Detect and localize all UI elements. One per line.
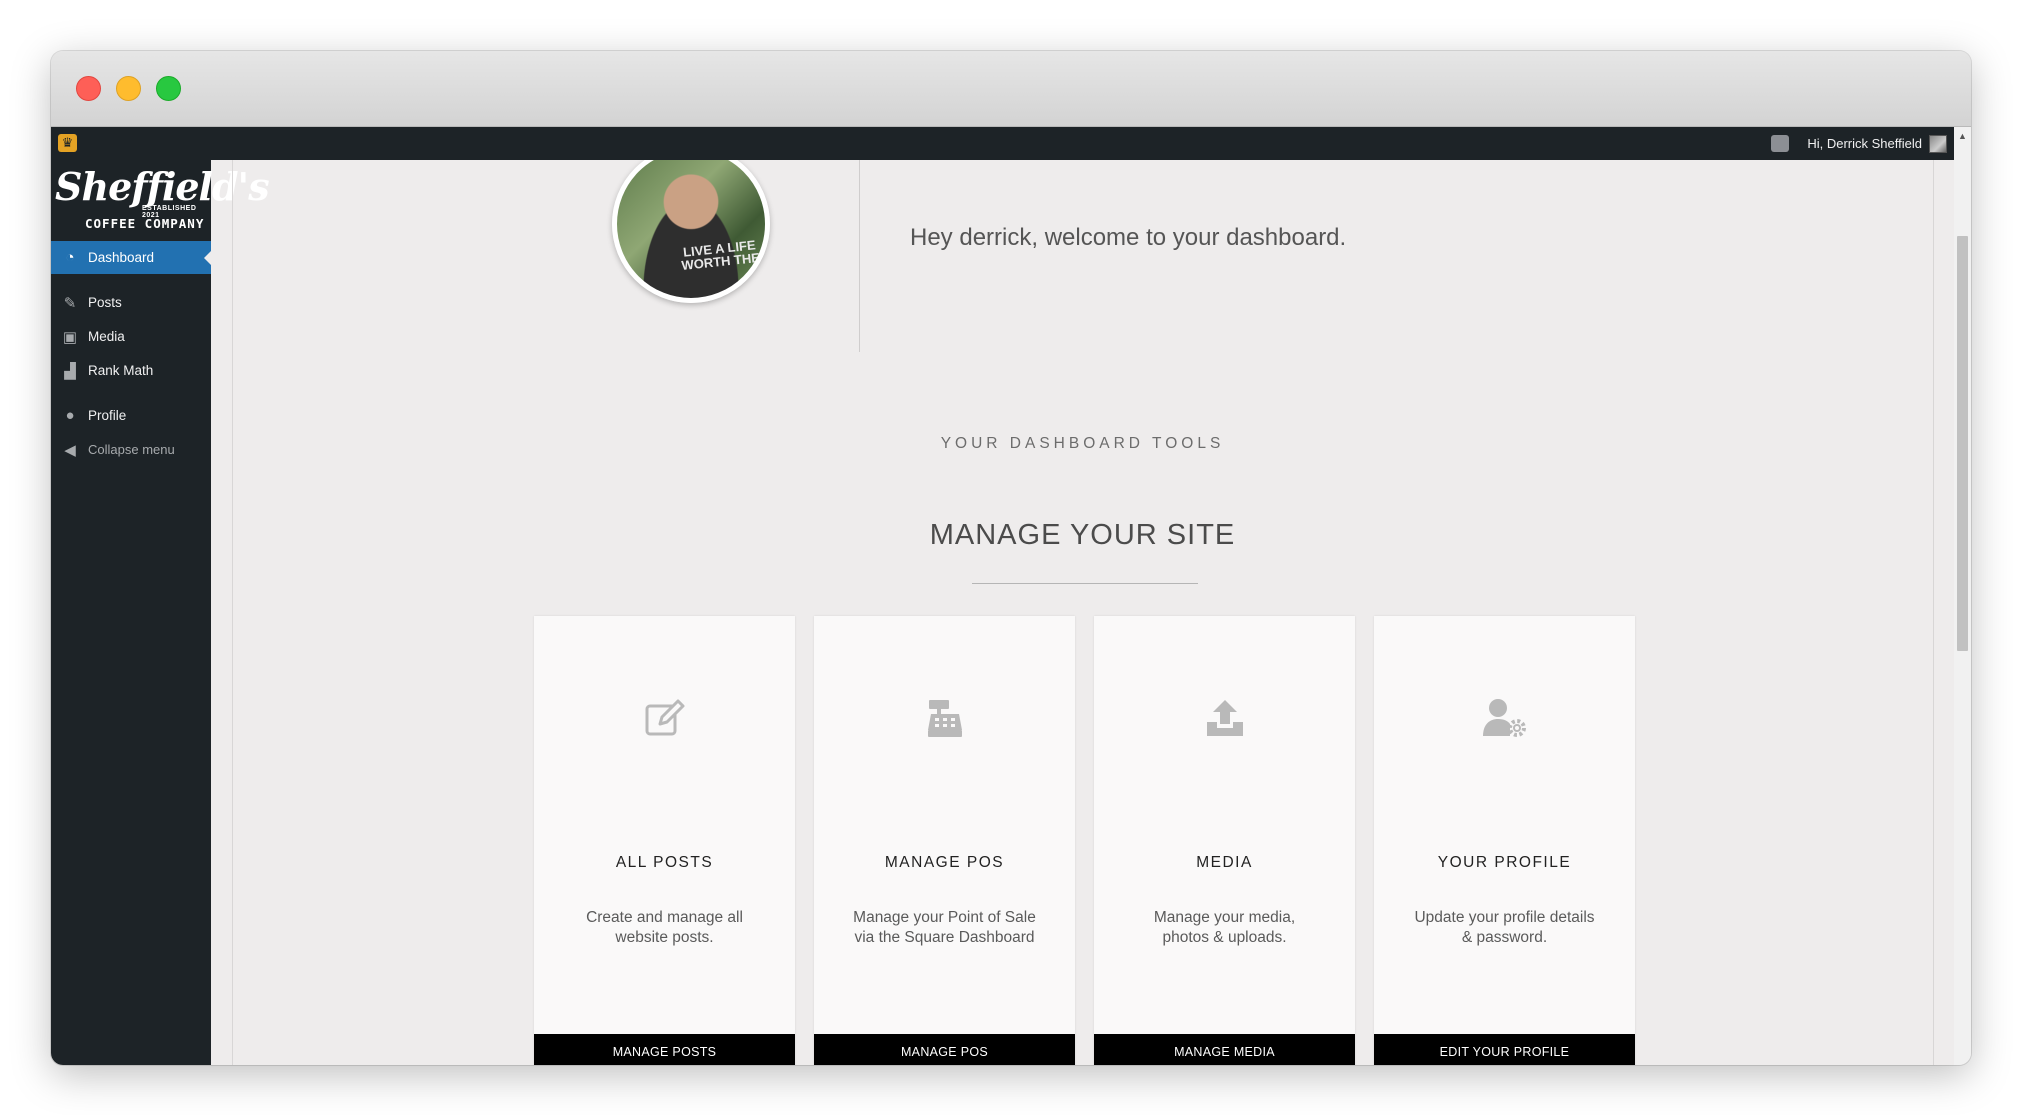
divider [859, 160, 860, 352]
scrollbar[interactable]: ▲ [1954, 127, 1971, 1065]
minimize-window-button[interactable] [116, 76, 141, 101]
scrollbar-thumb[interactable] [1957, 236, 1968, 651]
user-icon: ● [65, 407, 75, 424]
section-title: MANAGE YOUR SITE [929, 519, 1236, 551]
content-border [232, 160, 233, 1065]
sidebar-item-label: Posts [88, 295, 122, 310]
card-description: Manage your Point of Sale via the Square… [853, 909, 1036, 946]
logo-company-text: COFFEE COMPANY [85, 216, 205, 231]
media-icon: ▣ [62, 328, 78, 346]
collapse-menu-button[interactable]: ◀ Collapse menu [51, 433, 211, 466]
sidebar-item-posts[interactable]: ✎ Posts [51, 286, 211, 319]
maximize-window-button[interactable] [156, 76, 181, 101]
card-your-profile: YOUR PROFILE Update your profile details… [1374, 616, 1635, 1065]
dashboard-icon: ◔ [65, 249, 75, 266]
sidebar-item-dashboard[interactable]: ◔ Dashboard [51, 241, 211, 274]
card-description: Create and manage all website posts. [586, 909, 743, 946]
sidebar-item-rank-math[interactable]: ▟ Rank Math [51, 354, 211, 387]
admin-bar: ♛ Hi, Derrick Sheffield [51, 127, 1954, 160]
collapse-icon: ◀ [64, 441, 76, 459]
upload-icon [1094, 698, 1355, 748]
sidebar-item-label: Collapse menu [88, 442, 175, 457]
profile-photo: LIVE A LIFE WORTH THE [612, 160, 770, 303]
edit-profile-button[interactable]: EDIT YOUR PROFILE [1374, 1034, 1635, 1065]
edit-icon [534, 698, 795, 748]
card-all-posts: ALL POSTS Create and manage all website … [534, 616, 795, 1065]
avatar[interactable] [1929, 135, 1947, 153]
tools-label: YOUR DASHBOARD TOOLS [940, 435, 1225, 452]
user-cog-icon [1374, 698, 1635, 748]
card-title: ALL POSTS [615, 854, 714, 871]
sidebar-item-media[interactable]: ▣ Media [51, 320, 211, 353]
manage-media-button[interactable]: MANAGE MEDIA [1094, 1034, 1355, 1065]
admin-sidebar: Sheffield's ESTABLISHED 2021 COFFEE COMP… [51, 160, 270, 1065]
welcome-message: Hey derrick, welcome to your dashboard. [910, 224, 1347, 251]
close-window-button[interactable] [76, 76, 101, 101]
comment-icon[interactable] [1771, 135, 1789, 152]
card-title: MANAGE POS [884, 854, 1005, 871]
cash-register-icon [814, 698, 1075, 748]
sidebar-item-label: Rank Math [88, 363, 154, 378]
browser-window: ♛ Hi, Derrick Sheffield ▲ Sheffield's ES… [51, 51, 1971, 1065]
shirt-text: LIVE A LIFE WORTH THE [680, 237, 761, 274]
card-description: Manage your media, photos & uploads. [1153, 909, 1296, 946]
card-description: Update your profile details & password. [1414, 909, 1595, 946]
chart-icon: ▟ [64, 362, 76, 380]
sidebar-item-label: Media [88, 329, 125, 344]
manage-posts-button[interactable]: MANAGE POSTS [534, 1034, 795, 1065]
sidebar-item-profile[interactable]: ● Profile [51, 399, 211, 432]
card-title: MEDIA [1196, 854, 1253, 871]
card-title: YOUR PROFILE [1437, 854, 1572, 871]
scroll-up-icon[interactable]: ▲ [1958, 131, 1967, 141]
manage-pos-button[interactable]: MANAGE POS [814, 1034, 1075, 1065]
pin-icon: ✎ [63, 294, 77, 312]
sidebar-item-label: Profile [88, 408, 127, 423]
card-media: MEDIA Manage your media, photos & upload… [1094, 616, 1355, 1065]
content-border [1933, 160, 1934, 1065]
card-manage-pos: MANAGE POS Manage your Point of Sale via… [814, 616, 1075, 1065]
crown-icon[interactable]: ♛ [58, 134, 77, 152]
site-logo[interactable]: Sheffield's ESTABLISHED 2021 COFFEE COMP… [55, 165, 270, 237]
title-divider [972, 583, 1198, 584]
title-bar [51, 51, 1971, 127]
sidebar-item-label: Dashboard [88, 250, 155, 265]
dashboard-content: LIVE A LIFE WORTH THE Hey derrick, welco… [211, 160, 1954, 1065]
user-greeting[interactable]: Hi, Derrick Sheffield [1807, 136, 1922, 151]
